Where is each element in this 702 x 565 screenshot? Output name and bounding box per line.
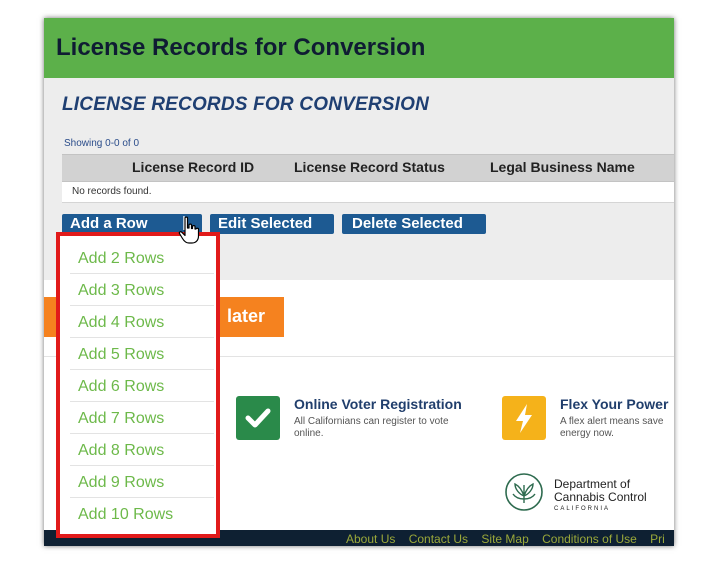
- column-license-record-status[interactable]: License Record Status: [294, 159, 445, 175]
- add-rows-dropdown: Add 2 Rows Add 3 Rows Add 4 Rows Add 5 R…: [56, 232, 220, 538]
- lightning-icon[interactable]: [502, 396, 546, 440]
- dropdown-item-label: Add 5 Rows: [78, 346, 165, 363]
- delete-selected-button[interactable]: Delete Selected: [342, 214, 486, 234]
- voter-registration-desc: All Californians can register to vote on…: [294, 416, 449, 439]
- footer-link-about[interactable]: About Us: [346, 532, 395, 546]
- check-icon[interactable]: [236, 396, 280, 440]
- dropdown-item-label: Add 2 Rows: [78, 250, 165, 267]
- dropdown-item-add-2-rows[interactable]: Add 2 Rows: [70, 242, 214, 274]
- page-title: License Records for Conversion: [56, 34, 426, 61]
- table-header: License Record ID License Record Status …: [62, 154, 674, 182]
- dropdown-item-add-8-rows[interactable]: Add 8 Rows: [70, 434, 214, 466]
- dropdown-item-add-4-rows[interactable]: Add 4 Rows: [70, 306, 214, 338]
- voter-registration-title[interactable]: Online Voter Registration: [294, 396, 462, 412]
- footer-link-contact[interactable]: Contact Us: [409, 532, 468, 546]
- footer-link-sitemap[interactable]: Site Map: [481, 532, 528, 546]
- footer-link-privacy[interactable]: Pri: [650, 532, 665, 546]
- flex-your-power-desc: A flex alert means save energy now.: [560, 416, 664, 439]
- dropdown-item-add-6-rows[interactable]: Add 6 Rows: [70, 370, 214, 402]
- footer-link-conditions[interactable]: Conditions of Use: [542, 532, 637, 546]
- title-bar: License Records for Conversion: [44, 18, 674, 78]
- dropdown-item-add-9-rows[interactable]: Add 9 Rows: [70, 466, 214, 498]
- dcc-line-2: Cannabis Control: [554, 490, 647, 504]
- flex-your-power-title[interactable]: Flex Your Power: [560, 396, 668, 412]
- dropdown-item-label: Add 3 Rows: [78, 282, 165, 299]
- dropdown-item-add-3-rows[interactable]: Add 3 Rows: [70, 274, 214, 306]
- dropdown-item-label: Add 8 Rows: [78, 442, 165, 459]
- dropdown-item-label: Add 10 Rows: [78, 506, 174, 523]
- cannabis-leaf-icon: [504, 472, 544, 512]
- empty-message: No records found.: [72, 186, 152, 197]
- footer-links: About Us Contact Us Site Map Conditions …: [346, 532, 674, 546]
- dropdown-item-label: Add 7 Rows: [78, 410, 165, 427]
- dcc-logo-text: Department of Cannabis Control CALIFORNI…: [554, 478, 647, 513]
- dropdown-item-add-5-rows[interactable]: Add 5 Rows: [70, 338, 214, 370]
- dropdown-item-add-7-rows[interactable]: Add 7 Rows: [70, 402, 214, 434]
- dcc-line-3: CALIFORNIA: [554, 506, 611, 512]
- column-legal-business-name[interactable]: Legal Business Name: [490, 159, 635, 175]
- edit-selected-label: Edit Selected: [218, 215, 313, 232]
- dropdown-item-label: Add 9 Rows: [78, 474, 165, 491]
- empty-row: No records found.: [62, 182, 674, 203]
- dropdown-item-label: Add 4 Rows: [78, 314, 165, 331]
- section-title: LICENSE RECORDS FOR CONVERSION: [62, 94, 430, 115]
- add-row-label: Add a Row: [70, 215, 148, 232]
- dropdown-item-label: Add 6 Rows: [78, 378, 165, 395]
- dropdown-item-add-10-rows[interactable]: Add 10 Rows: [70, 498, 214, 530]
- edit-selected-button[interactable]: Edit Selected: [210, 214, 334, 234]
- showing-count: Showing 0-0 of 0: [64, 138, 140, 149]
- delete-selected-label: Delete Selected: [352, 215, 463, 232]
- hand-cursor-icon: [178, 216, 200, 244]
- later-label: later: [227, 306, 266, 326]
- column-license-record-id[interactable]: License Record ID: [132, 159, 254, 175]
